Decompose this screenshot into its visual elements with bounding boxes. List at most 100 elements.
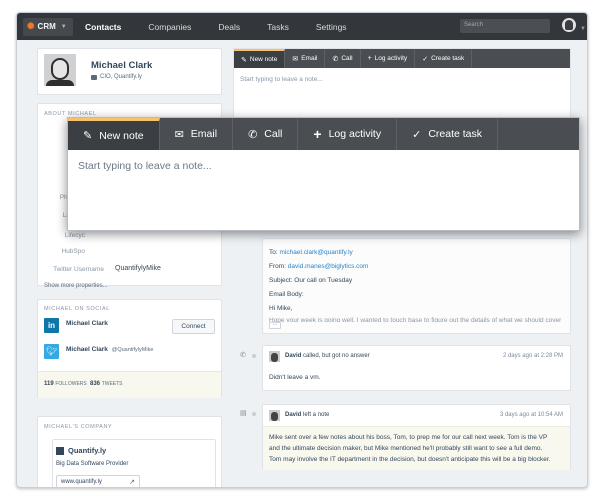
note-input[interactable]: Start typing to leave a note...	[78, 160, 212, 172]
email-to-link[interactable]: michael.clark@quantify.ly	[279, 249, 352, 256]
tweets-count: 836	[90, 381, 101, 387]
tab-call[interactable]: ✆ Call	[233, 118, 299, 150]
followers-count: 119	[44, 381, 54, 387]
note-composer-background: ✎ New note ✉ Email ✆ Call + Log activity ✓ Cr…	[233, 48, 571, 124]
show-more-properties-link[interactable]: Show more properties...	[44, 283, 108, 289]
expand-email-button[interactable]: ···	[269, 322, 281, 329]
tab-label: Call	[341, 55, 353, 62]
email-activity-card: To: michael.clark@quantify.ly From: davi…	[262, 238, 571, 334]
email-from-link[interactable]: david.manes@biglytics.com	[288, 263, 369, 270]
nav-links: Contacts Companies Deals Tasks Settings	[85, 22, 374, 32]
company-website-link[interactable]: www.quantify.ly ↗	[56, 475, 140, 487]
company-card: MICHAEL'S COMPANY Quantify.ly Big Data S…	[37, 416, 222, 487]
call-text: Didn't leave a vm.	[269, 374, 321, 381]
phone-icon: ✆	[248, 128, 258, 141]
social-card: MICHAEL ON SOCIAL in Michael Clark Conne…	[37, 299, 222, 398]
tab-label: Call	[264, 128, 283, 140]
tab-label: Email	[190, 128, 218, 140]
twitter-stats: 119 FOLLOWERS 836 TWEETS	[38, 371, 221, 398]
edit-icon: ✎	[241, 56, 247, 64]
twitter-icon: 🐦︎	[44, 344, 59, 359]
note-author[interactable]: David	[285, 412, 301, 418]
twitter-name: Michael Clark	[66, 346, 108, 353]
note-activity-card: David left a note 3 days ago at 10:54 AM…	[262, 404, 571, 470]
tweets-stat: 836 TWEETS	[90, 381, 123, 387]
twitter-handle: @QuantifylyMike	[111, 347, 154, 353]
timeline-dot	[252, 412, 256, 416]
email-from: From: david.manes@biglytics.com	[269, 261, 368, 273]
twitter-username-value[interactable]: QuantifylyMike	[115, 265, 161, 272]
contact-title-row: CIO, Quantify.ly	[91, 74, 142, 80]
tab-new-note[interactable]: ✎ New note	[234, 49, 286, 68]
tab-label: Create task	[428, 128, 483, 140]
company-logo-icon	[56, 447, 64, 455]
call-header: David called, but got no answer	[285, 353, 370, 359]
briefcase-icon	[91, 74, 97, 80]
phone-icon: ✆	[240, 352, 246, 359]
email-to-label: To:	[269, 249, 278, 256]
linkedin-icon: in	[44, 318, 59, 333]
company-name[interactable]: Quantify.ly	[68, 446, 106, 455]
user-avatar[interactable]	[562, 18, 576, 32]
top-navigation: ✺ CRM ▼ Contacts Companies Deals Tasks S…	[17, 13, 587, 40]
connect-button[interactable]: Connect	[172, 319, 215, 334]
nav-companies[interactable]: Companies	[148, 22, 191, 32]
email-preview: Hope your week is going well. I wanted t…	[269, 317, 562, 322]
social-heading: MICHAEL ON SOCIAL	[44, 306, 110, 312]
chevron-down-icon[interactable]: ▼	[580, 26, 586, 32]
check-icon: ✓	[412, 128, 422, 141]
tweets-label: TWEETS	[101, 381, 123, 387]
field-label: HubSpo	[61, 248, 86, 255]
call-activity-card: David called, but got no answer 2 days a…	[262, 345, 571, 391]
david-avatar	[269, 410, 280, 421]
field-label: Lifecyc	[64, 232, 85, 239]
note-composer-zoomed: ✎ New note ✉ Email ✆ Call + Log activity ✓ Cr…	[67, 117, 580, 231]
call-action: called, but got no answer	[303, 353, 370, 359]
profile-card: Michael Clark CIO, Quantify.ly	[37, 48, 222, 95]
note-timestamp: 3 days ago at 10:54 AM	[499, 412, 563, 418]
note-line: Mike sent over a few notes about his bos…	[269, 434, 548, 441]
tab-label: Log activity	[328, 128, 382, 140]
nav-tasks[interactable]: Tasks	[267, 22, 289, 32]
check-icon: ✓	[422, 55, 429, 63]
email-body-label: Email Body:	[269, 291, 304, 298]
note-icon: ▤	[240, 410, 247, 417]
plus-icon: +	[313, 126, 322, 142]
edit-icon: ✎	[83, 130, 93, 142]
contact-title: CIO, Quantify.ly	[100, 74, 142, 80]
tab-log-activity[interactable]: + Log activity	[361, 49, 416, 68]
tab-new-note[interactable]: ✎ New note	[68, 118, 160, 150]
note-input[interactable]: Start typing to leave a note...	[240, 76, 323, 83]
email-icon: ✉	[174, 128, 184, 141]
tab-label: Email	[301, 55, 318, 62]
followers-stat: 119 FOLLOWERS	[44, 381, 87, 387]
company-box: Quantify.ly Big Data Software Provider w…	[52, 439, 216, 487]
tab-email[interactable]: ✉ Email	[285, 49, 326, 68]
david-avatar	[269, 351, 280, 362]
tab-label: Log activity	[374, 55, 408, 62]
timeline-dot	[252, 354, 256, 358]
note-header: David left a note	[285, 412, 329, 418]
call-timestamp: 2 days ago at 2:28 PM	[502, 353, 563, 359]
tab-email[interactable]: ✉ Email	[160, 118, 234, 150]
nav-deals[interactable]: Deals	[218, 22, 240, 32]
tab-label: Create task	[431, 55, 465, 62]
app-window: ✺ CRM ▼ Contacts Companies Deals Tasks S…	[16, 12, 588, 488]
crm-menu-button[interactable]: ✺ CRM ▼	[23, 17, 73, 36]
twitter-account[interactable]: Michael Clark @QuantifylyMike	[66, 346, 153, 353]
brand-label: CRM	[37, 22, 56, 31]
tab-log-activity[interactable]: + Log activity	[298, 118, 398, 150]
nav-settings[interactable]: Settings	[316, 22, 347, 32]
email-from-label: From:	[269, 263, 286, 270]
tab-create-task[interactable]: ✓ Create task	[397, 118, 499, 150]
tab-label: New note	[249, 56, 278, 63]
search-input[interactable]: Search	[460, 19, 550, 33]
email-icon: ✉	[292, 55, 299, 63]
tab-call[interactable]: ✆ Call	[325, 49, 361, 68]
contact-photo	[44, 54, 76, 86]
tab-create-task[interactable]: ✓ Create task	[415, 49, 473, 68]
call-author[interactable]: David	[285, 353, 301, 359]
linkedin-name[interactable]: Michael Clark	[66, 320, 108, 327]
nav-contacts[interactable]: Contacts	[85, 22, 121, 32]
twitter-username-label: Twitter Username	[53, 266, 104, 273]
